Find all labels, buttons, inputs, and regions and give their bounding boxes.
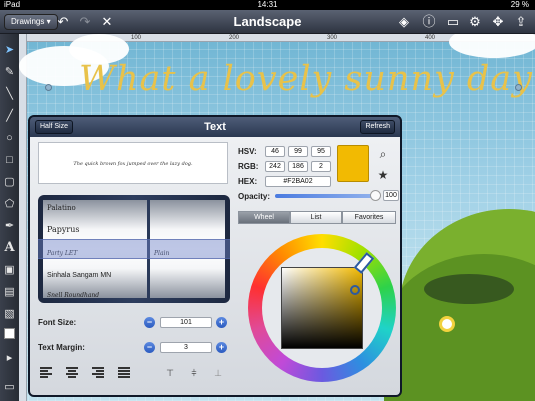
font-size-increase-button[interactable]: +	[216, 317, 227, 328]
tab-favorites[interactable]: Favorites	[342, 211, 396, 224]
layers-icon[interactable]: ◈	[395, 13, 413, 31]
valign-middle-icon[interactable]: ⫩	[188, 367, 200, 379]
square-icon[interactable]: □	[1, 152, 18, 168]
font-size-field[interactable]: 101	[160, 317, 212, 328]
saturation-value-handle[interactable]	[350, 285, 360, 295]
ruler-mark: 100	[131, 35, 142, 41]
fill-color-icon[interactable]	[4, 328, 15, 339]
headline-text[interactable]: What a lovely sunny day	[79, 59, 533, 99]
opacity-field[interactable]: 100	[383, 190, 399, 201]
text-panel-body: The quick brown fox jumped over the lazy…	[30, 137, 400, 395]
daisy-shape[interactable]	[439, 316, 455, 332]
search-icon[interactable]: ⌕	[376, 147, 390, 161]
font-option[interactable]: Palatino	[47, 204, 76, 212]
ruler-mark: 400	[425, 35, 436, 41]
opacity-label: Opacity:	[238, 192, 271, 201]
share-icon[interactable]: ⇪	[512, 13, 530, 31]
battery-level: 29 %	[510, 0, 529, 9]
hsv-label: HSV:	[238, 147, 257, 156]
gear-icon[interactable]: ⚙	[466, 13, 484, 31]
rgb-r-field[interactable]: 242	[265, 161, 285, 172]
text-panel-title: Text	[204, 121, 226, 133]
stroke-color-icon[interactable]: ▧	[1, 306, 18, 322]
font-option[interactable]: Papyrus	[47, 225, 80, 234]
ruler-mark: 300	[327, 35, 338, 41]
top-toolbar: Drawings ▾ ↶ ↷ ✕ Landscape ◈ ⓘ ▭ ⚙ ✥ ⇪	[0, 10, 535, 34]
font-picker[interactable]: Palatino Papyrus Party LET Sinhala Sanga…	[38, 195, 230, 303]
font-option[interactable]: Snell Roundhand	[47, 292, 99, 299]
pen-icon[interactable]: ╲	[1, 86, 18, 102]
image-icon[interactable]: ▣	[1, 262, 18, 278]
tab-list[interactable]: List	[290, 211, 342, 224]
screen-icon[interactable]: ▤	[1, 284, 18, 300]
hex-label: HEX:	[238, 177, 258, 186]
valign-bottom-icon[interactable]: ⊥	[212, 367, 224, 379]
pencil-icon[interactable]: ✎	[1, 64, 18, 80]
text-panel: Half Size Text Refresh The quick brown f…	[28, 115, 402, 397]
text-margin-field[interactable]: 3	[160, 342, 212, 353]
tab-wheel[interactable]: Wheel	[238, 211, 290, 224]
valign-top-icon[interactable]: ⊤	[164, 367, 176, 379]
text-margin-label: Text Margin:	[38, 343, 85, 352]
star-icon[interactable]: ★	[376, 168, 390, 182]
refresh-button[interactable]: Refresh	[360, 120, 395, 134]
tool-bar: ➤ ✎ ╲ ╱ ○ □ ▢ ⬠ ✒ A ▣ ▤ ▧ ▸ ▭	[0, 34, 19, 401]
hex-field[interactable]: #F2BA02	[265, 176, 331, 187]
text-margin-decrease-button[interactable]: −	[144, 342, 155, 353]
clock: 14:31	[257, 0, 278, 9]
align-right-icon[interactable]	[92, 367, 104, 379]
selection-handle[interactable]	[515, 84, 522, 91]
comment-icon[interactable]: ▭	[1, 379, 18, 395]
rgb-label: RGB:	[238, 162, 259, 171]
font-size-decrease-button[interactable]: −	[144, 317, 155, 328]
font-preview: The quick brown fox jumped over the lazy…	[38, 142, 228, 184]
font-option[interactable]: Sinhala Sangam MN	[47, 272, 111, 279]
polygon-icon[interactable]: ⬠	[1, 196, 18, 212]
saturation-value-square[interactable]	[281, 267, 363, 349]
right-arrow-icon[interactable]: ▸	[1, 350, 18, 366]
circle-icon[interactable]: ○	[1, 130, 18, 146]
text-margin-increase-button[interactable]: +	[216, 342, 227, 353]
text-panel-header: Half Size Text Refresh	[30, 117, 400, 137]
fountain-pen-icon[interactable]: ✒	[1, 218, 18, 234]
opacity-slider[interactable]	[275, 194, 373, 198]
hsv-v-field[interactable]: 95	[311, 146, 331, 157]
info-icon[interactable]: ⓘ	[420, 13, 438, 31]
align-center-icon[interactable]	[66, 367, 78, 379]
text-icon[interactable]: A	[1, 240, 18, 256]
move-icon[interactable]: ✥	[489, 13, 507, 31]
line-icon[interactable]: ╱	[1, 108, 18, 124]
rgb-b-field[interactable]: 2	[311, 161, 331, 172]
display-icon[interactable]: ▭	[444, 13, 462, 31]
opacity-slider-thumb[interactable]	[370, 190, 381, 201]
cloud-shape[interactable]	[449, 34, 535, 58]
pond-shape[interactable]	[424, 274, 514, 304]
align-left-icon[interactable]	[40, 367, 52, 379]
align-justify-icon[interactable]	[118, 367, 130, 379]
ruler-mark: 200	[229, 35, 240, 41]
hsv-s-field[interactable]: 99	[288, 146, 308, 157]
status-bar: iPad 14:31 29 %	[0, 0, 535, 10]
font-size-label: Font Size:	[38, 318, 77, 327]
color-swatch	[337, 145, 369, 182]
select-icon[interactable]: ➤	[1, 42, 18, 58]
selection-handle[interactable]	[45, 84, 52, 91]
rgb-g-field[interactable]: 186	[288, 161, 308, 172]
rounded-rect-icon[interactable]: ▢	[1, 174, 18, 190]
hsv-h-field[interactable]: 46	[265, 146, 285, 157]
vertical-ruler	[19, 34, 27, 401]
picker-selection-bar	[38, 239, 230, 259]
